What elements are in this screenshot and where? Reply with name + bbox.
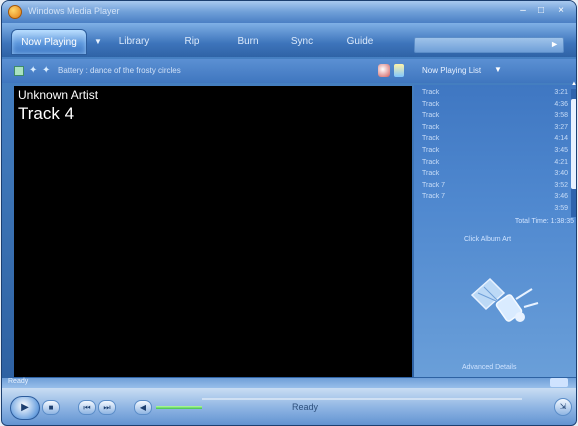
tab-guide[interactable]: Guide [336, 31, 384, 53]
list-item-title: Track [422, 112, 440, 120]
list-item-duration: 4:21 [554, 158, 568, 166]
list-item[interactable]: 3:59 [420, 203, 570, 215]
visualization-pane[interactable]: Unknown Artist Track 4 [14, 86, 412, 377]
status-bar: Ready [2, 378, 576, 388]
list-item-duration: 3:45 [554, 146, 568, 154]
album-art-label: Click Album Art [464, 236, 512, 243]
enhancements-icon[interactable] [378, 64, 390, 77]
seek-slider[interactable] [202, 398, 522, 400]
list-item[interactable]: Track 3:40 [420, 168, 570, 180]
playlist-pane: Track 3:21 Track 4:36 Track 3:58 Track 3:27 … [414, 81, 576, 377]
minimize-button[interactable]: – [516, 5, 530, 18]
list-item-title: Track [422, 123, 440, 131]
list-item[interactable]: Track 4:21 [420, 157, 570, 169]
tab-bar: Now Playing ▼ Library Rip Burn Sync Guid… [2, 23, 576, 57]
tab-burn[interactable]: Burn [226, 31, 270, 53]
volume-level [156, 406, 202, 409]
list-item-title: Track [422, 89, 440, 96]
playback-controls: ▶ ■ ⏮ ⏭ ◀ Ready ⇲ [2, 388, 576, 425]
volume-slider[interactable] [156, 406, 202, 409]
list-item-duration: 3:27 [554, 123, 568, 131]
list-item-duration: 4:14 [554, 135, 568, 143]
media-player-logo-icon [8, 5, 22, 19]
status-text: Ready [8, 378, 29, 385]
tab-library[interactable]: Library [110, 31, 158, 53]
playback-status: Ready [292, 402, 319, 412]
list-item-title: Track 7 [422, 181, 446, 189]
now-playing-list-dropdown[interactable]: Now Playing List [422, 66, 481, 75]
media-player-window: Windows Media Player – □ × Now Playing ▼… [1, 0, 577, 426]
list-item[interactable]: Track 7 3:52 [420, 180, 570, 192]
list-item[interactable]: Track 3:45 [420, 145, 570, 157]
total-time: Total Time: 1:38:35 [514, 218, 574, 225]
list-item-title: Track [422, 135, 440, 143]
now-playing-toolbar: ✦ ✦ Battery : dance of the frosty circle… [2, 59, 576, 83]
maximize-button[interactable]: □ [534, 5, 548, 18]
satellite-icon [470, 277, 539, 322]
chevron-down-icon[interactable]: ▼ [494, 65, 502, 74]
list-item-duration: 3:40 [554, 170, 568, 178]
visualization-name: Battery : dance of the frosty circles [58, 66, 181, 75]
album-art-image[interactable] [454, 263, 544, 333]
title-bar: Windows Media Player – □ × [2, 1, 576, 23]
compact-mode-toggle[interactable] [550, 378, 568, 387]
list-item[interactable]: Track 4:14 [420, 133, 570, 145]
list-item-title: Track 7 [422, 193, 446, 201]
previous-button[interactable]: ⏮ [78, 400, 96, 415]
track-title: Track 4 [18, 104, 75, 123]
chevron-down-icon[interactable]: ▼ [94, 37, 102, 46]
list-item-title: Track [422, 146, 440, 154]
list-item-title [420, 203, 422, 215]
tab-sync[interactable]: Sync [282, 31, 322, 53]
window-title: Windows Media Player [28, 6, 120, 16]
advanced-details-link[interactable]: Advanced Details [462, 364, 516, 371]
play-button[interactable]: ▶ [10, 396, 40, 420]
view-options-icon[interactable] [14, 66, 24, 76]
artist-name: Unknown Artist [18, 88, 99, 102]
list-item-duration: 3:59 [554, 204, 568, 212]
list-item[interactable]: Track 3:58 [420, 110, 570, 122]
list-item[interactable]: Track 7 3:46 [420, 191, 570, 203]
search-input[interactable]: ► [414, 37, 564, 53]
list-item[interactable]: Track 3:21 [420, 87, 570, 99]
tab-now-playing[interactable]: Now Playing [11, 29, 87, 55]
list-item-duration: 3:58 [554, 112, 568, 120]
list-item-title: Track [422, 158, 440, 166]
search-arrow-icon[interactable]: ► [550, 39, 559, 49]
list-item[interactable]: Track 3:27 [420, 122, 570, 134]
playlist-scrollbar[interactable] [571, 89, 576, 217]
stop-button[interactable]: ■ [42, 400, 60, 415]
playlist: Track 3:21 Track 4:36 Track 3:58 Track 3:27 … [420, 87, 570, 215]
scrollbar-thumb[interactable] [571, 99, 576, 189]
list-item-duration: 3:52 [554, 181, 568, 189]
previous-visualization-icon[interactable]: ✦ [29, 65, 37, 76]
list-item-duration: 3:46 [554, 193, 568, 201]
full-screen-icon[interactable] [394, 64, 404, 77]
list-item[interactable]: Track 4:36 [420, 99, 570, 111]
list-item-title: Track [422, 100, 440, 108]
switch-to-compact-button[interactable]: ⇲ [554, 398, 572, 416]
tab-rip[interactable]: Rip [172, 31, 212, 53]
list-item-duration: 4:36 [554, 100, 568, 108]
close-button[interactable]: × [554, 5, 568, 18]
next-visualization-icon[interactable]: ✦ [42, 65, 50, 76]
list-item-duration: 3:21 [554, 89, 568, 96]
list-item-title: Track [422, 170, 440, 178]
mute-button[interactable]: ◀ [134, 400, 152, 415]
scroll-up-icon[interactable]: ▲ [571, 81, 576, 87]
next-button[interactable]: ⏭ [98, 400, 116, 415]
